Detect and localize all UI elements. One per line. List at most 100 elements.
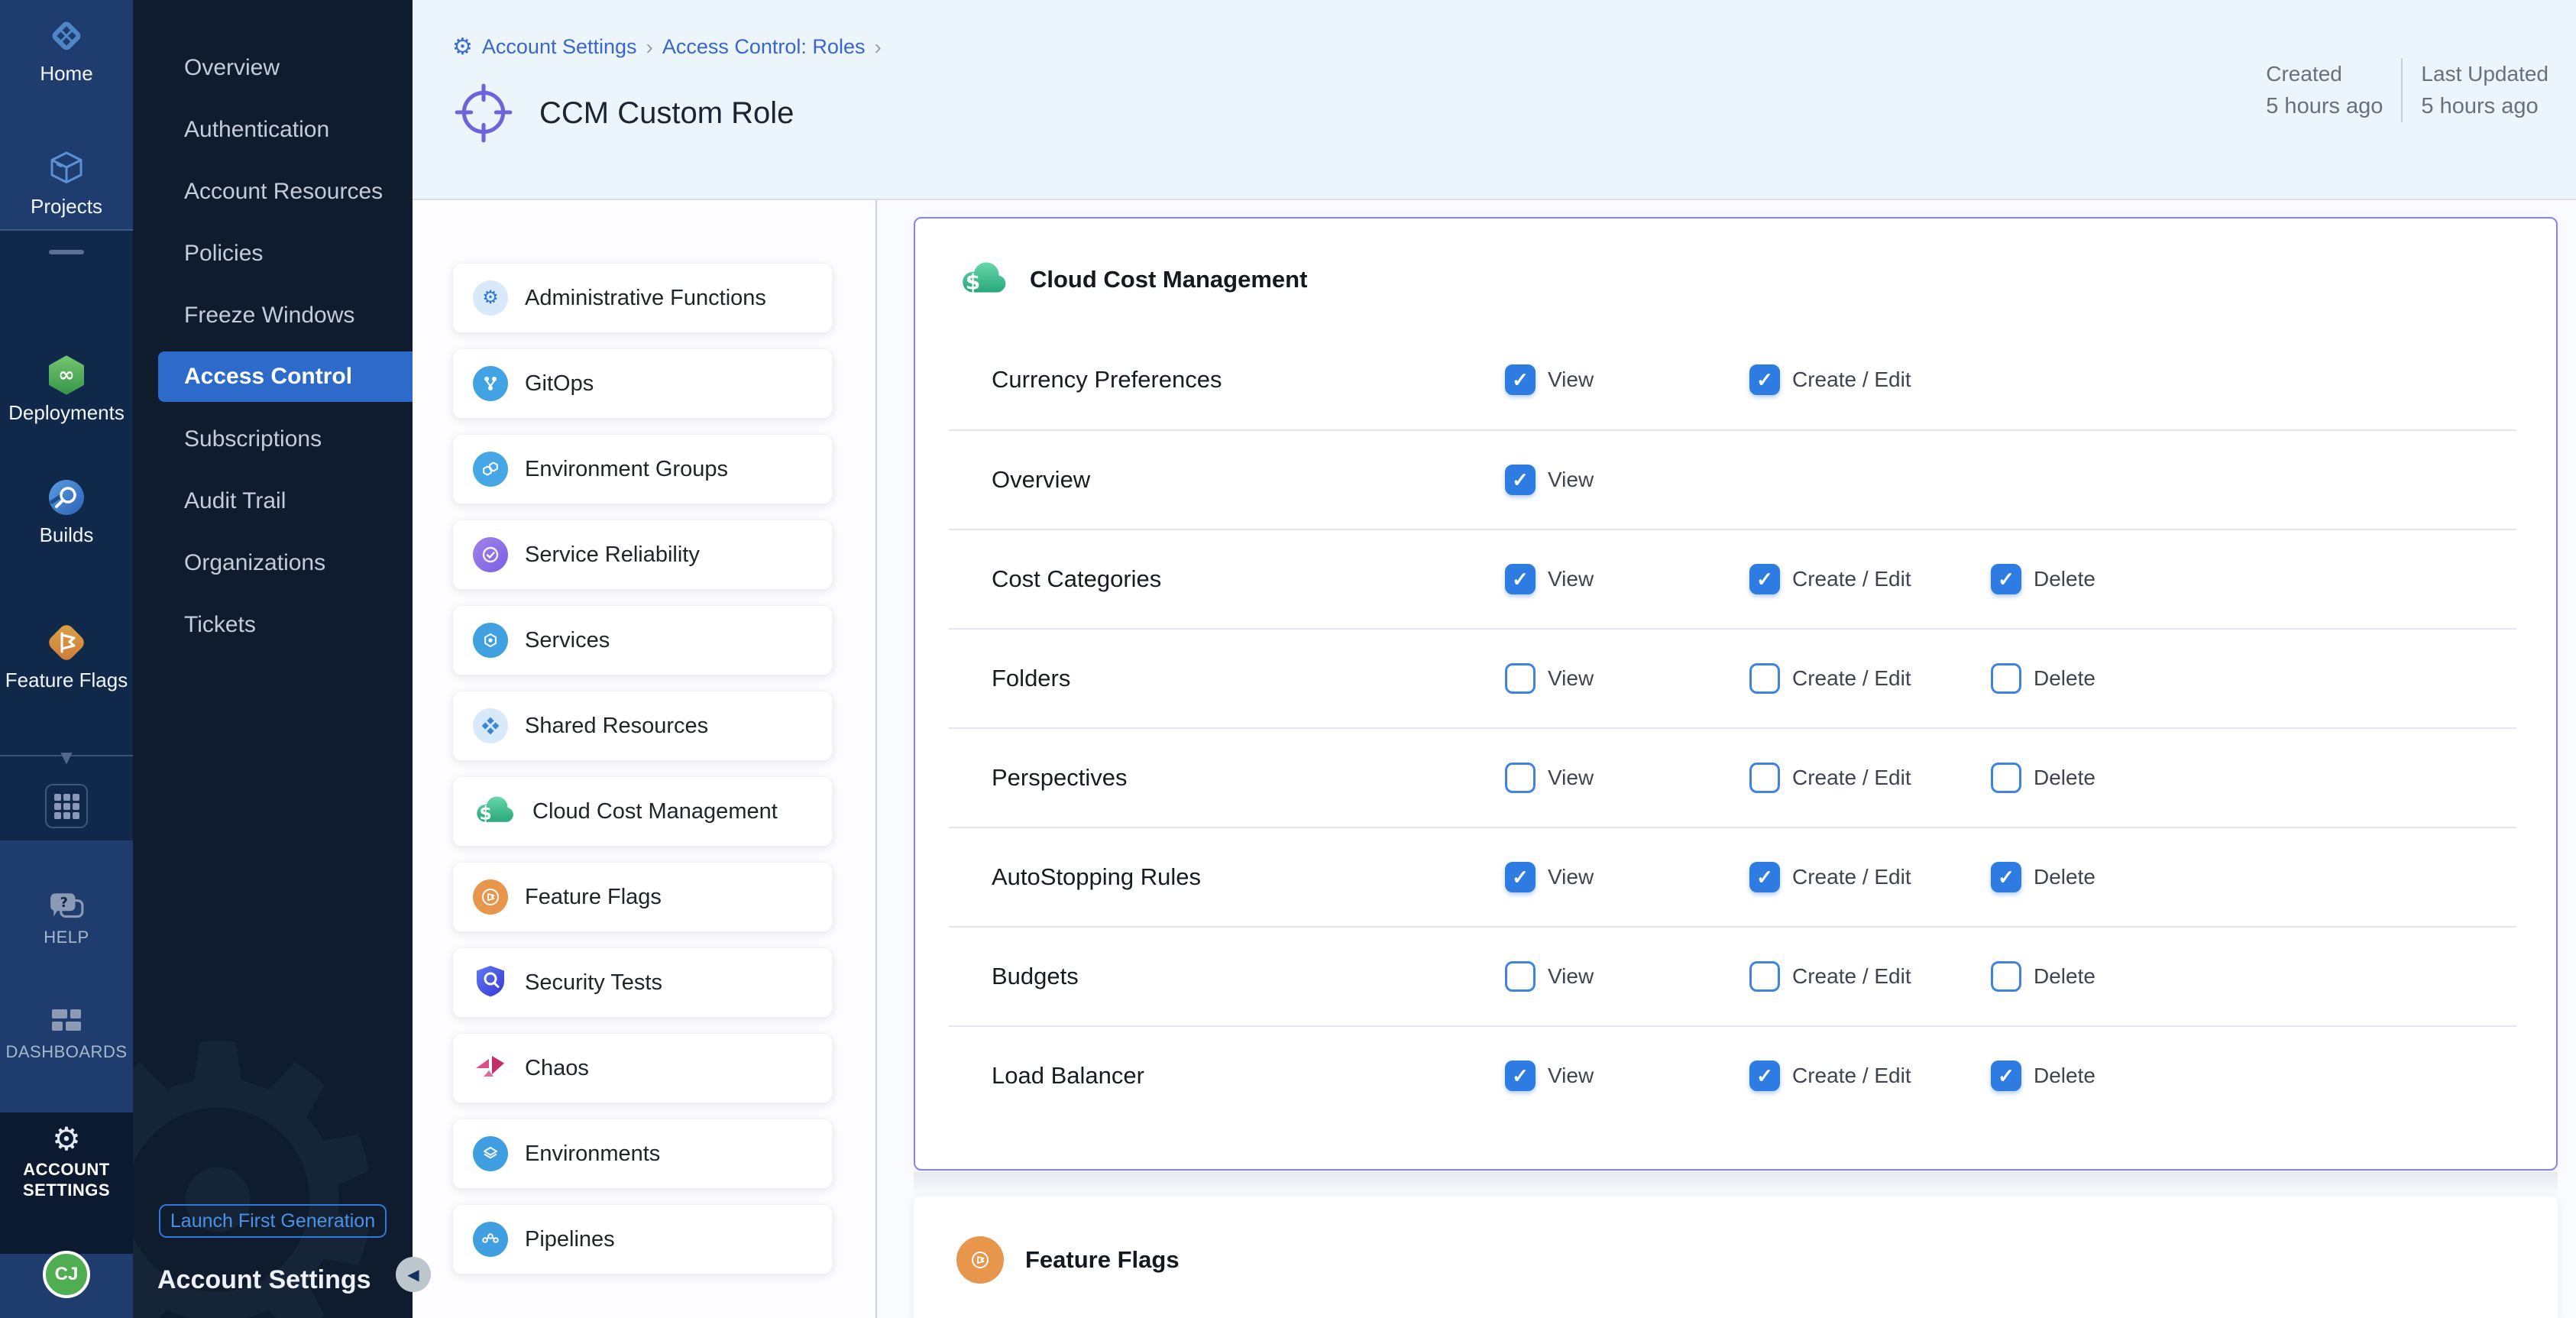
resource-item-label: Service Reliability (525, 542, 700, 568)
permission-row-budgets: BudgetsViewCreate / EditDelete (949, 926, 2516, 1025)
permission-name: Currency Preferences (949, 366, 1222, 393)
create-edit-checkbox[interactable]: ✓ (1749, 364, 1780, 395)
create-edit-permission: Create / Edit (1749, 763, 1911, 793)
launch-first-generation-button[interactable]: Launch First Generation (159, 1204, 387, 1238)
view-permission: View (1505, 663, 1594, 694)
chevron-right-icon: › (874, 35, 881, 60)
create-edit-checkbox[interactable]: ✓ (1749, 1061, 1780, 1091)
gear-icon: ⚙ (0, 1120, 133, 1158)
create-edit-checkbox[interactable] (1749, 663, 1780, 694)
delete-checkbox[interactable] (1991, 663, 2021, 694)
delete-checkbox[interactable]: ✓ (1991, 564, 2021, 594)
create-edit-checkbox[interactable]: ✓ (1749, 564, 1780, 594)
checkbox-label: Delete (2034, 964, 2095, 989)
create-edit-checkbox[interactable]: ✓ (1749, 862, 1780, 892)
module-grid-button[interactable] (45, 784, 88, 828)
deployments-icon: ∞ (45, 353, 88, 397)
breadcrumb-link-roles[interactable]: Access Control: Roles (662, 35, 866, 59)
avatar[interactable]: CJ (43, 1251, 90, 1298)
resource-item-environment-groups[interactable]: Environment Groups (452, 434, 833, 504)
sidebar-item-freeze-windows[interactable]: Freeze Windows (133, 284, 413, 346)
sidebar-item-overview[interactable]: Overview (133, 37, 413, 99)
cloud-cost-management-icon: $ (958, 258, 1008, 302)
rail-item-deployments[interactable]: ∞Deployments (0, 353, 133, 425)
delete-checkbox[interactable]: ✓ (1991, 1061, 2021, 1091)
resource-item-label: Security Tests (525, 970, 662, 996)
rail-item-feature-flags[interactable]: Feature Flags (0, 620, 133, 692)
sidebar-item-authentication[interactable]: Authentication (133, 99, 413, 160)
resource-item-security-tests[interactable]: Security Tests (452, 947, 833, 1018)
view-checkbox[interactable]: ✓ (1505, 862, 1536, 892)
view-checkbox[interactable]: ✓ (1505, 1061, 1536, 1091)
resource-item-services[interactable]: Services (452, 605, 833, 675)
home-icon (45, 14, 88, 58)
ccm-icon: $ (473, 793, 516, 831)
checkbox-label: Create / Edit (1792, 368, 1911, 392)
sidebar-item-subscriptions[interactable]: Subscriptions (133, 408, 413, 470)
section-header: Feature Flags (914, 1197, 2558, 1318)
checkbox-label: Delete (2034, 1064, 2095, 1088)
account-settings-label-line1[interactable]: ACCOUNT (0, 1160, 133, 1180)
view-checkbox[interactable] (1505, 961, 1536, 992)
view-checkbox[interactable]: ✓ (1505, 364, 1536, 395)
delete-permission: Delete (1991, 663, 2095, 694)
settings-sidebar: ⚙ OverviewAuthenticationAccount Resource… (133, 0, 413, 1318)
service-reliability-icon (473, 537, 508, 572)
checkbox-label: View (1548, 1064, 1594, 1088)
sidebar-item-access-control[interactable]: Access Control (158, 351, 413, 402)
resource-item-environments[interactable]: Environments (452, 1119, 833, 1189)
delete-checkbox[interactable] (1991, 961, 2021, 992)
create-edit-checkbox[interactable] (1749, 763, 1780, 793)
sidebar-item-audit-trail[interactable]: Audit Trail (133, 470, 413, 532)
resource-item-feature-flags[interactable]: Feature Flags (452, 862, 833, 932)
sidebar-item-organizations[interactable]: Organizations (133, 532, 413, 594)
sidebar-item-tickets[interactable]: Tickets (133, 594, 413, 656)
resource-item-cloud-cost-management[interactable]: $Cloud Cost Management (452, 776, 833, 847)
checkbox-label: Create / Edit (1792, 666, 1911, 691)
sidebar-item-account-resources[interactable]: Account Resources (133, 160, 413, 222)
svg-text:∞: ∞ (58, 364, 75, 387)
view-checkbox[interactable]: ✓ (1505, 564, 1536, 594)
chevron-down-icon[interactable]: ▼ (0, 746, 133, 769)
resource-item-label: Feature Flags (525, 885, 662, 910)
module-rail: Home Projects ∞Deployments Builds Feature Fl… (0, 0, 133, 1318)
delete-checkbox[interactable]: ✓ (1991, 862, 2021, 892)
checkbox-label: Create / Edit (1792, 964, 1911, 989)
rail-item-help[interactable]: ?HELP (0, 889, 133, 947)
view-checkbox[interactable] (1505, 763, 1536, 793)
view-permission: View (1505, 763, 1594, 793)
rail-item-projects[interactable]: Projects (0, 147, 133, 219)
resource-item-pipelines[interactable]: Pipelines (452, 1204, 833, 1274)
rail-item-home[interactable]: Home (0, 14, 133, 86)
resource-item-label: Environment Groups (525, 457, 728, 482)
resource-item-service-reliability[interactable]: Service Reliability (452, 520, 833, 590)
admin-icon: ⚙ (473, 280, 508, 316)
resource-item-label: Services (525, 628, 610, 653)
breadcrumb-link-account-settings[interactable]: Account Settings (482, 35, 637, 59)
sidebar-item-policies[interactable]: Policies (133, 222, 413, 284)
delete-permission: Delete (1991, 961, 2095, 992)
last-updated-value: 5 hours ago (2421, 90, 2548, 122)
gitops-icon (473, 366, 508, 401)
breadcrumb: ⚙ Account Settings › Access Control: Rol… (452, 34, 882, 60)
create-edit-permission: ✓ Create / Edit (1749, 364, 1911, 395)
permissions-card: $ Cloud Cost Management Currency Prefere… (914, 217, 2558, 1171)
resource-item-chaos[interactable]: Chaos (452, 1033, 833, 1103)
gear-icon: ⚙ (452, 34, 473, 60)
view-checkbox[interactable]: ✓ (1505, 465, 1536, 495)
resource-item-administrative-functions[interactable]: ⚙Administrative Functions (452, 263, 833, 333)
permission-row-perspectives: PerspectivesViewCreate / EditDelete (949, 727, 2516, 827)
resource-item-gitops[interactable]: GitOps (452, 348, 833, 419)
rail-item-dashboards[interactable]: DASHBOARDS (0, 1004, 133, 1062)
sidebar-collapse-button[interactable]: ◀ (396, 1257, 431, 1292)
rail-item-builds[interactable]: Builds (0, 475, 133, 547)
view-checkbox[interactable] (1505, 663, 1536, 694)
create-edit-checkbox[interactable] (1749, 961, 1780, 992)
permission-row-folders: FoldersViewCreate / EditDelete (949, 628, 2516, 727)
account-settings-label-line2[interactable]: SETTINGS (0, 1180, 133, 1200)
delete-permission: ✓Delete (1991, 862, 2095, 892)
delete-checkbox[interactable] (1991, 763, 2021, 793)
resource-list-panel: ⚙Administrative Functions GitOps Environme… (413, 200, 877, 1318)
resource-item-shared-resources[interactable]: Shared Resources (452, 691, 833, 761)
rail-item-label: DASHBOARDS (5, 1042, 127, 1062)
